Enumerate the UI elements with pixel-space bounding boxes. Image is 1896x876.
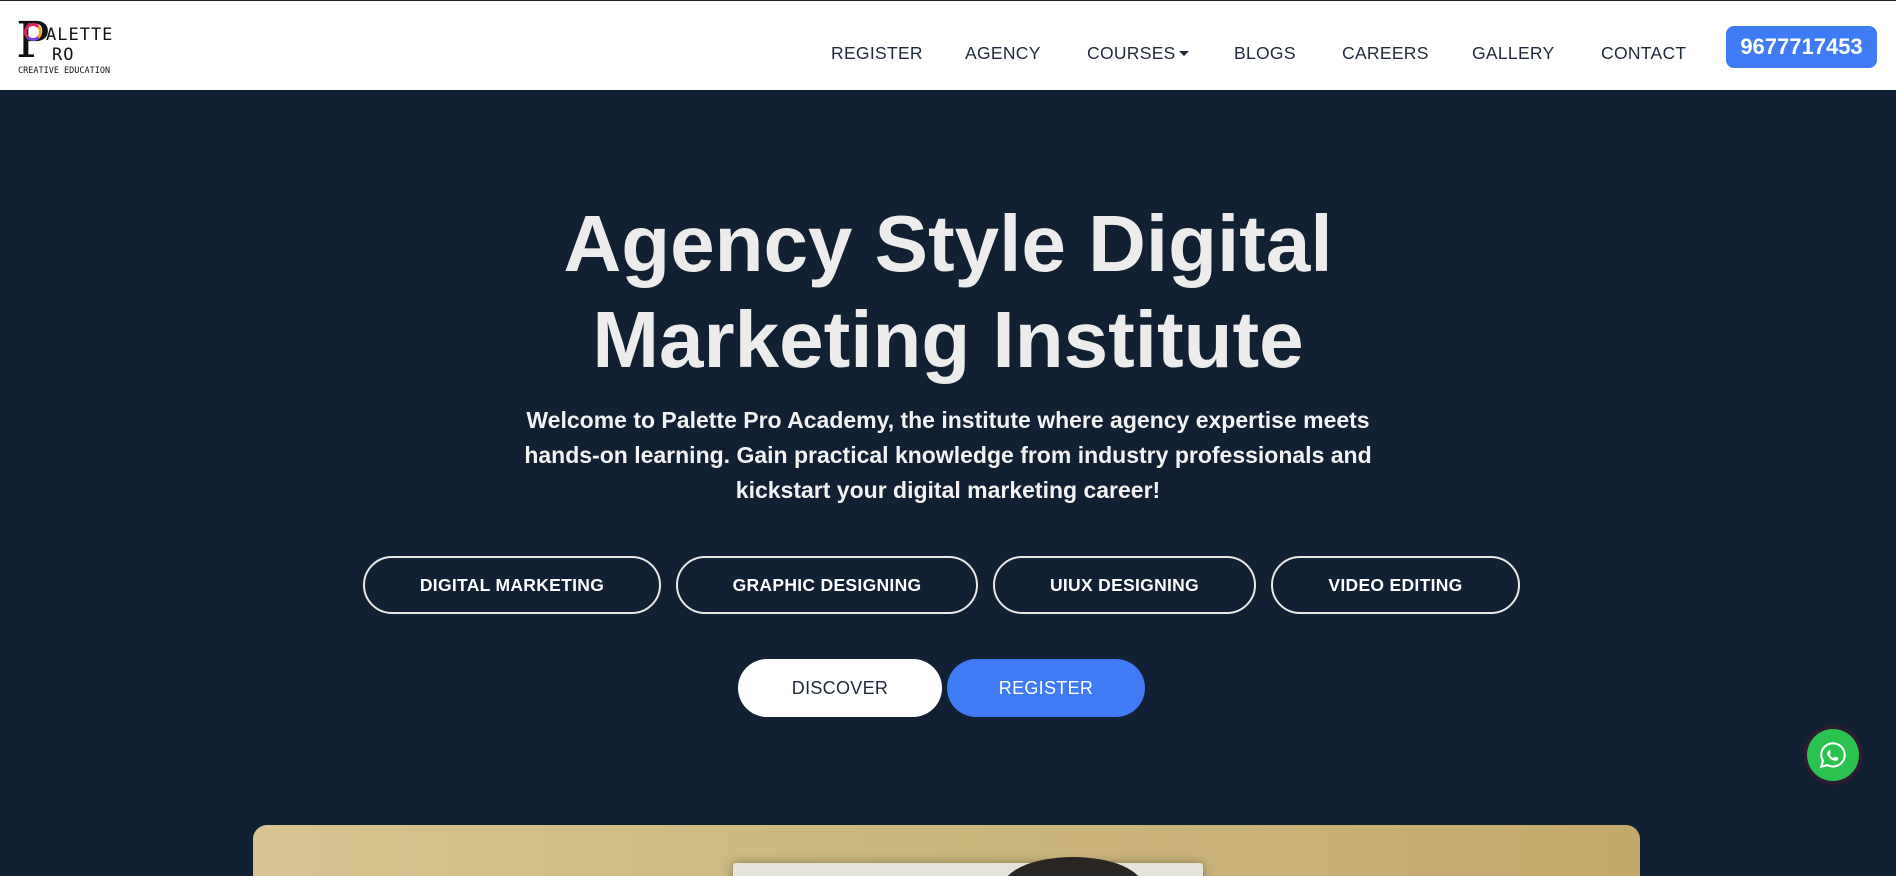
course-digital-marketing-button[interactable]: DIGITAL MARKETING (363, 556, 661, 614)
hero-desc-line-2: hands-on learning. Gain practical knowle… (524, 442, 1372, 468)
preview-person (1003, 857, 1143, 876)
hero-title-line-2: Marketing Institute (592, 295, 1304, 384)
nav-courses[interactable]: COURSES (1087, 43, 1189, 64)
nav-agency[interactable]: AGENCY (965, 43, 1041, 64)
palette-pro-logo[interactable]: P ALETTE RO CREATIVE EDUCATION (16, 15, 132, 79)
nav-blogs[interactable]: BLOGS (1234, 43, 1296, 64)
hero-title-line-1: Agency Style Digital (563, 199, 1333, 288)
nav-careers[interactable]: CAREERS (1342, 43, 1429, 64)
hero-video-preview[interactable] (253, 825, 1640, 876)
nav-gallery[interactable]: GALLERY (1472, 43, 1555, 64)
logo-tagline: CREATIVE EDUCATION (18, 66, 111, 76)
whatsapp-icon (1819, 742, 1846, 769)
nav-courses-label: COURSES (1087, 43, 1176, 63)
nav-contact[interactable]: CONTACT (1601, 43, 1686, 64)
logo-text-alette: ALETTE (46, 25, 114, 45)
whatsapp-button[interactable] (1807, 729, 1859, 781)
course-video-editing-button[interactable]: VIDEO EDITING (1271, 556, 1520, 614)
hero-description: Welcome to Palette Pro Academy, the inst… (468, 403, 1428, 508)
hero-title: Agency Style Digital Marketing Institute (398, 196, 1498, 388)
chevron-down-icon (1178, 51, 1189, 56)
top-navbar: P ALETTE RO CREATIVE EDUCATION REGISTER … (0, 0, 1896, 90)
discover-button[interactable]: DISCOVER (738, 659, 942, 717)
logo-ring-icon (24, 23, 42, 41)
logo-text-ro: RO (52, 45, 75, 65)
nav-register[interactable]: REGISTER (831, 43, 923, 64)
hero-desc-line-3: kickstart your digital marketing career! (735, 477, 1161, 503)
course-uiux-designing-button[interactable]: UIUX DESIGNING (993, 556, 1256, 614)
register-button[interactable]: REGISTER (947, 659, 1145, 717)
hero-desc-line-1: Welcome to Palette Pro Academy, the inst… (526, 407, 1370, 433)
phone-call-button[interactable]: 9677717453 (1726, 26, 1877, 68)
course-graphic-designing-button[interactable]: GRAPHIC DESIGNING (676, 556, 978, 614)
